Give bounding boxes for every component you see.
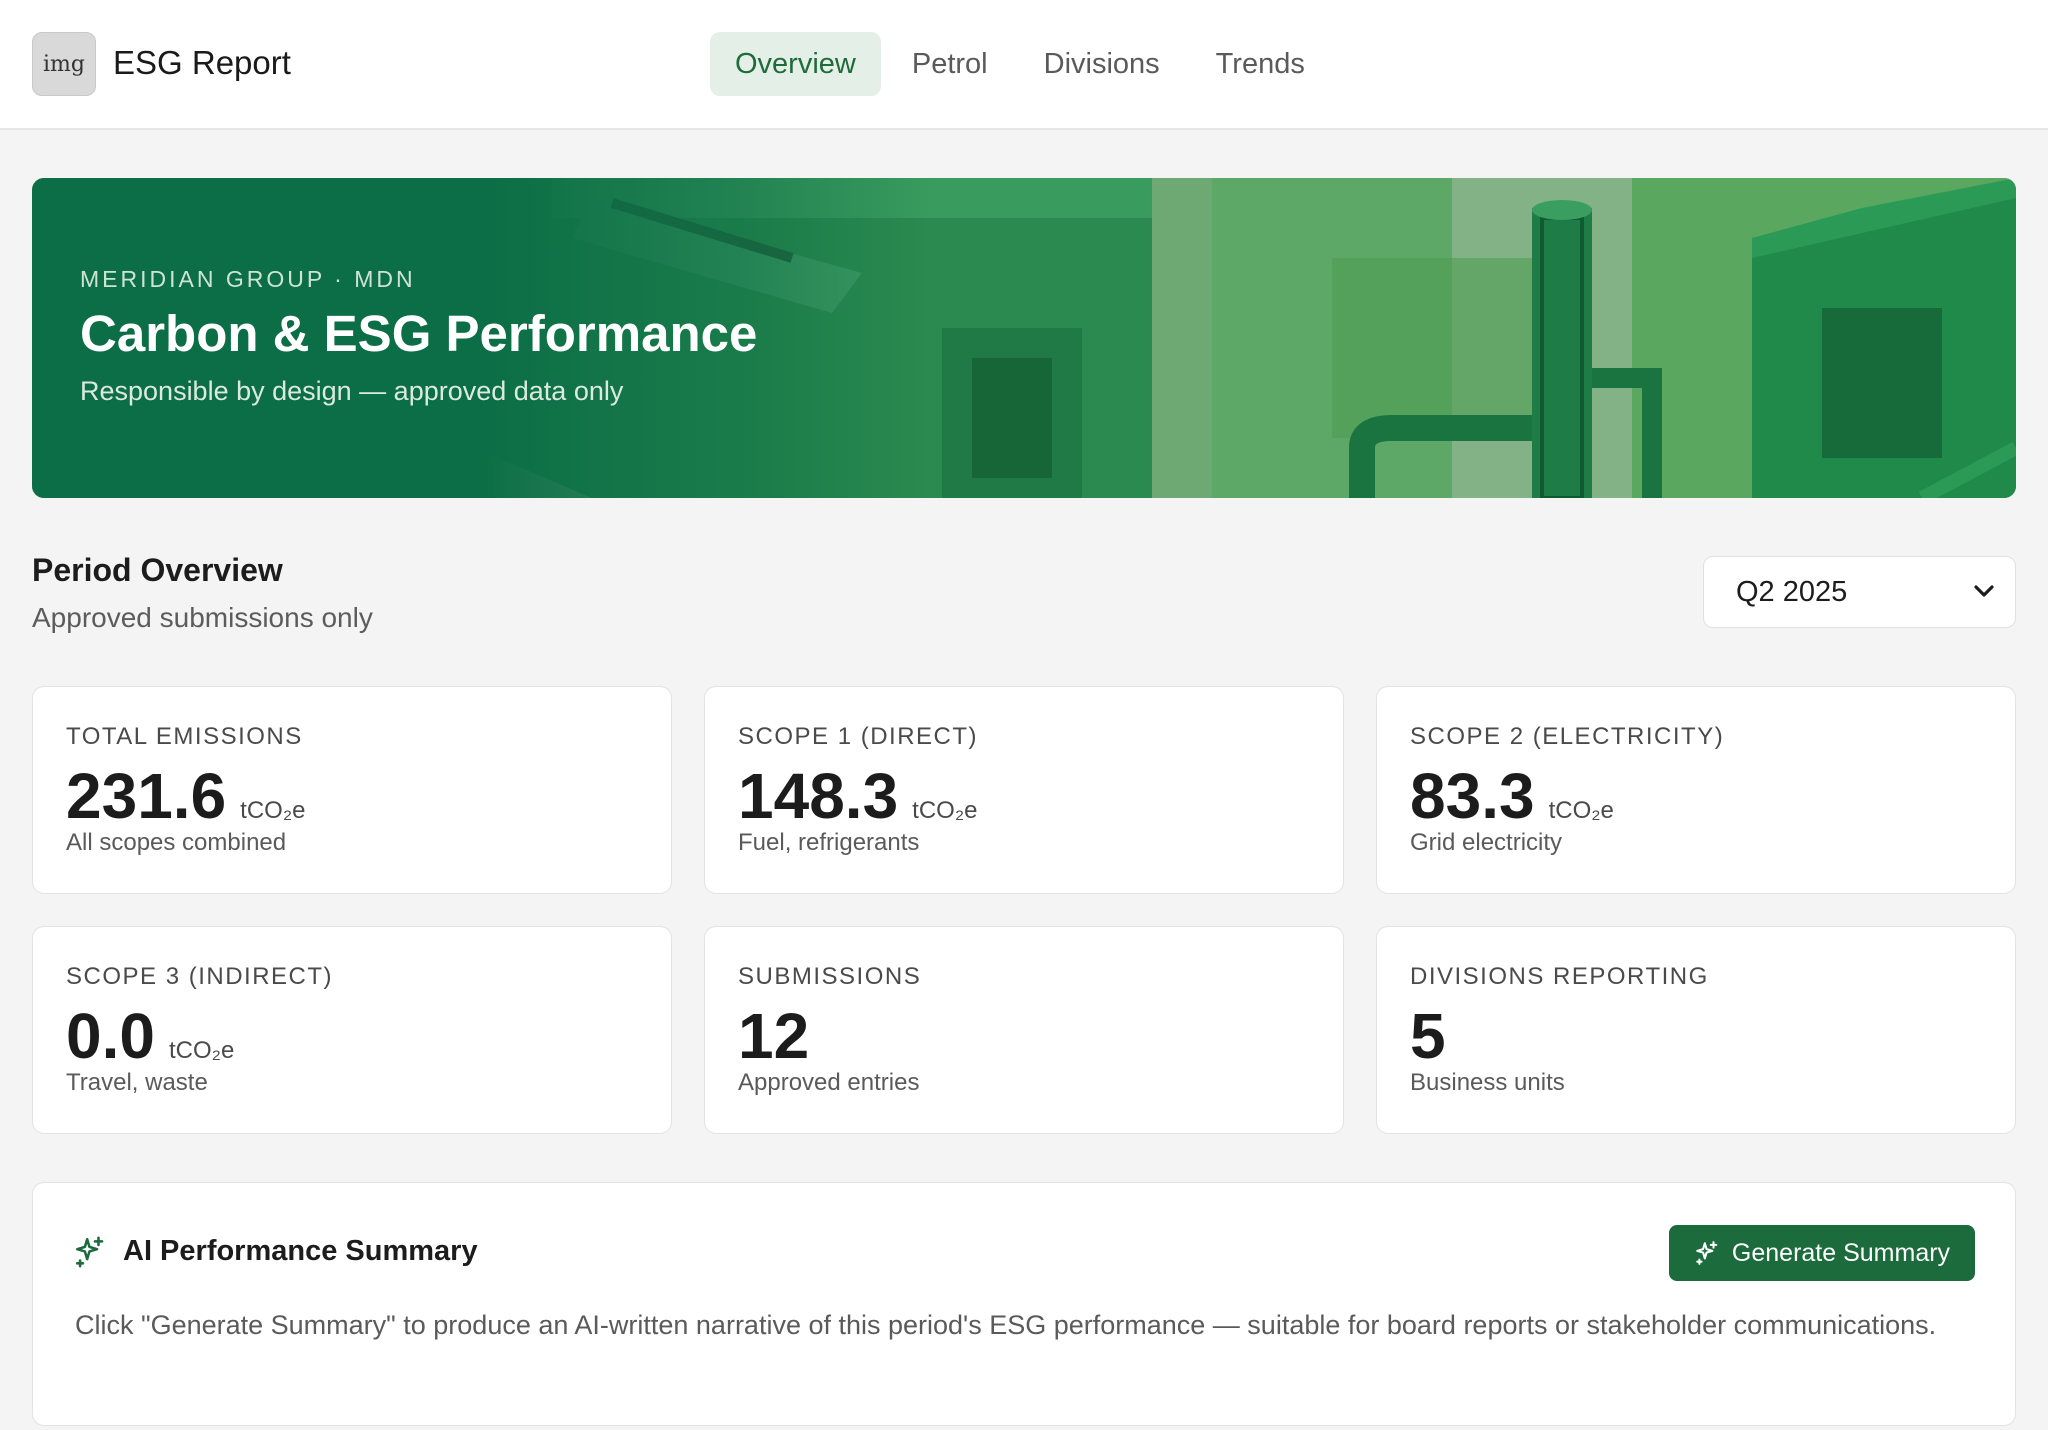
logo-image: img [32, 32, 96, 96]
kpi-note: Approved entries [738, 1069, 920, 1096]
hero-eyebrow: MERIDIAN GROUP · MDN [80, 266, 416, 292]
kpi-label: SUBMISSIONS [738, 963, 922, 990]
period-title: Period Overview [32, 552, 283, 588]
kpi-note: All scopes combined [66, 829, 287, 856]
period-subtitle: Approved submissions only [32, 602, 373, 633]
hero-subtitle: Responsible by design — approved data on… [80, 376, 624, 406]
sparkles-icon [1696, 1241, 1718, 1265]
generate-summary-label: Generate Summary [1731, 1238, 1951, 1267]
kpi-label: TOTAL EMISSIONS [66, 723, 303, 750]
kpi-card-divisions-reporting: DIVISIONS REPORTING 5 Business units [1376, 926, 2016, 1134]
kpi-value: 148.3 [738, 760, 899, 832]
ai-summary-panel: AI Performance Summary Generate Summary … [32, 1182, 2016, 1426]
kpi-card-scope-2: SCOPE 2 (ELECTRICITY) 83.3 tCO₂e Grid el… [1376, 686, 2016, 894]
tab-trends[interactable]: Trends [1191, 32, 1330, 96]
kpi-unit: tCO₂e [1548, 797, 1614, 824]
kpi-label: SCOPE 3 (INDIRECT) [66, 963, 334, 990]
tab-petrol[interactable]: Petrol [887, 32, 1013, 96]
kpi-value: 83.3 [1410, 760, 1535, 832]
kpi-unit: tCO₂e [240, 797, 306, 824]
ai-summary-title: AI Performance Summary [123, 1235, 478, 1267]
app-title: ESG Report [113, 44, 291, 81]
kpi-card-total-emissions: TOTAL EMISSIONS 231.6 tCO₂e All scopes c… [32, 686, 672, 894]
kpi-card-submissions: SUBMISSIONS 12 Approved entries [704, 926, 1344, 1134]
kpi-label: SCOPE 2 (ELECTRICITY) [1410, 723, 1725, 750]
sparkles-icon [75, 1236, 104, 1268]
kpi-note: Fuel, refrigerants [738, 829, 920, 856]
kpi-card-scope-3: SCOPE 3 (INDIRECT) 0.0 tCO₂e Travel, was… [32, 926, 672, 1134]
chevron-down-icon [1974, 585, 1994, 597]
main-nav: Overview Petrol Divisions Trends [710, 32, 1336, 96]
kpi-note: Grid electricity [1410, 829, 1563, 856]
hero-title: Carbon & ESG Performance [80, 305, 758, 362]
tab-divisions[interactable]: Divisions [1019, 32, 1185, 96]
tab-overview[interactable]: Overview [710, 32, 881, 96]
kpi-label: SCOPE 1 (DIRECT) [738, 723, 979, 750]
top-header: img ESG Report Overview Petrol Divisions… [0, 0, 2048, 130]
ai-summary-text: Click "Generate Summary" to produce an A… [75, 1310, 1937, 1340]
kpi-note: Business units [1410, 1069, 1565, 1096]
kpi-value: 12 [738, 1000, 810, 1072]
kpi-unit: tCO₂e [168, 1037, 235, 1064]
kpi-value: 231.6 [66, 760, 227, 832]
kpi-value: 0.0 [66, 1000, 155, 1072]
period-select[interactable]: Q2 2025 [1703, 556, 2016, 628]
period-select-value: Q2 2025 [1736, 575, 1848, 608]
kpi-card-scope-1: SCOPE 1 (DIRECT) 148.3 tCO₂e Fuel, refri… [704, 686, 1344, 894]
generate-summary-button[interactable]: Generate Summary [1669, 1225, 1975, 1281]
kpi-label: DIVISIONS REPORTING [1410, 963, 1709, 990]
kpi-note: Travel, waste [66, 1069, 208, 1096]
hero-banner: MERIDIAN GROUP · MDN Carbon & ESG Perfor… [32, 178, 2016, 498]
kpi-unit: tCO₂e [912, 797, 978, 824]
kpi-value: 5 [1410, 1000, 1446, 1072]
